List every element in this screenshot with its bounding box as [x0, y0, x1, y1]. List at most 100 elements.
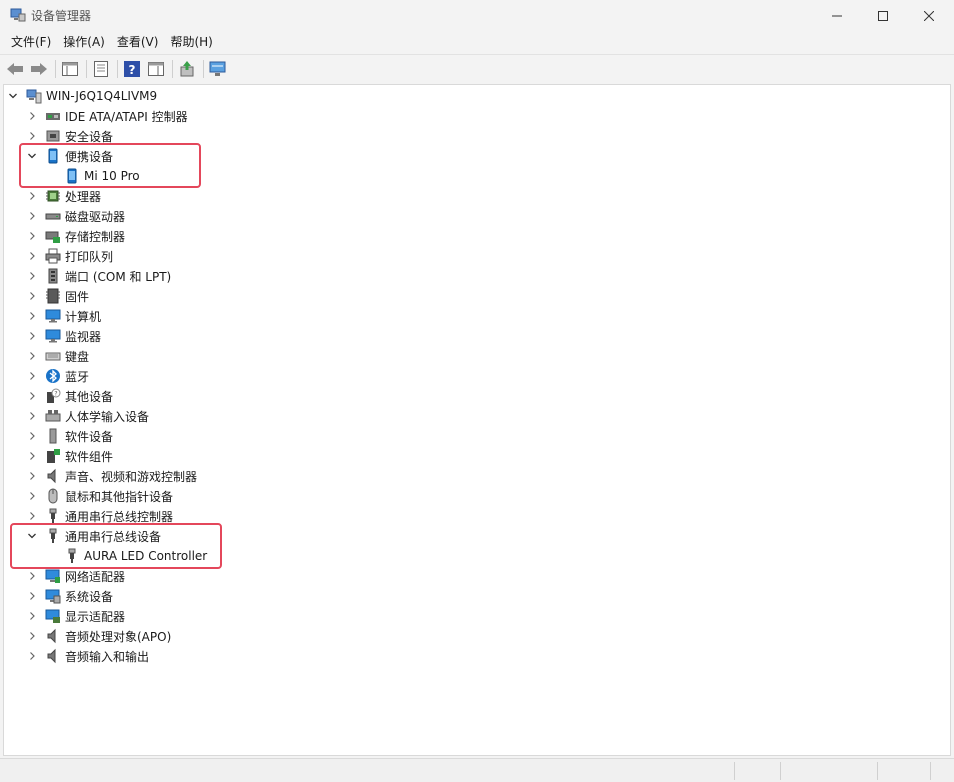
tree-category[interactable]: 打印队列: [25, 246, 113, 266]
help-button[interactable]: ?: [121, 58, 143, 80]
security-device-icon: [45, 128, 61, 144]
chevron-right-icon[interactable]: [25, 226, 39, 246]
tree-category[interactable]: 音频输入和输出: [25, 646, 149, 666]
close-button[interactable]: [906, 0, 952, 31]
minimize-button[interactable]: [814, 0, 860, 31]
update-driver-button[interactable]: [176, 58, 198, 80]
chevron-right-icon[interactable]: [25, 486, 39, 506]
chevron-down-icon[interactable]: [25, 526, 39, 546]
tree-device[interactable]: AURA LED Controller: [44, 546, 207, 566]
tree-item-label: 打印队列: [65, 249, 114, 264]
tree-category[interactable]: 存储控制器: [25, 226, 125, 246]
forward-button[interactable]: [28, 58, 50, 80]
show-hide-tree-button[interactable]: [59, 58, 81, 80]
computer-icon: [45, 308, 61, 324]
tree-category[interactable]: 系统设备: [25, 586, 113, 606]
maximize-icon: [878, 10, 888, 21]
status-segment: [877, 762, 878, 780]
chevron-right-icon[interactable]: [25, 466, 39, 486]
menu-file[interactable]: 文件(F): [5, 31, 57, 54]
tree-category[interactable]: IDE ATA/ATAPI 控制器: [25, 106, 188, 126]
chevron-right-icon[interactable]: [25, 646, 39, 666]
tree-category[interactable]: 蓝牙: [25, 366, 89, 386]
menu-view[interactable]: 查看(V): [111, 31, 165, 54]
chevron-right-icon[interactable]: [25, 446, 39, 466]
menu-action[interactable]: 操作(A): [57, 31, 111, 54]
properties-icon: [94, 60, 108, 77]
tree-category[interactable]: 监视器: [25, 326, 101, 346]
chevron-right-icon[interactable]: [25, 586, 39, 606]
tree-item-label: 安全设备: [65, 129, 114, 144]
toolbar-separator: [117, 59, 118, 78]
close-icon: [924, 10, 934, 21]
tree-category[interactable]: 安全设备: [25, 126, 113, 146]
maximize-button[interactable]: [860, 0, 906, 31]
device-tree[interactable]: WIN-J6Q1Q4LIVM9 IDE ATA/ATAPI 控制器安全设备便携设备…: [3, 84, 951, 756]
update-driver-icon: [180, 60, 194, 76]
chevron-right-icon[interactable]: [25, 606, 39, 626]
tree-category[interactable]: 端口 (COM 和 LPT): [25, 266, 171, 286]
tree-item-label: 计算机: [65, 309, 102, 324]
chevron-right-icon[interactable]: [25, 306, 39, 326]
tree-device[interactable]: Mi 10 Pro: [44, 166, 140, 186]
tree-item-label: AURA LED Controller: [84, 549, 208, 563]
software-device-icon: [45, 428, 61, 444]
tree-category[interactable]: 软件组件: [25, 446, 113, 466]
chevron-right-icon[interactable]: [25, 406, 39, 426]
menu-bar: 文件(F) 操作(A) 查看(V) 帮助(H): [0, 31, 954, 54]
chevron-right-icon[interactable]: [25, 266, 39, 286]
back-button[interactable]: [4, 58, 26, 80]
tree-category[interactable]: 声音、视频和游戏控制器: [25, 466, 197, 486]
tree-category[interactable]: 人体学输入设备: [25, 406, 149, 426]
hid-icon: [45, 408, 61, 424]
tree-category[interactable]: 显示适配器: [25, 606, 125, 626]
scan-hardware-button[interactable]: [207, 58, 229, 80]
tree-item-label: 显示适配器: [65, 609, 126, 624]
tree-category[interactable]: 键盘: [25, 346, 89, 366]
tree-category[interactable]: 鼠标和其他指针设备: [25, 486, 173, 506]
display-adapter-icon: [45, 608, 61, 624]
chevron-right-icon[interactable]: [25, 506, 39, 526]
tree-root-computer[interactable]: WIN-J6Q1Q4LIVM9: [6, 86, 157, 106]
tree-item-label: 通用串行总线设备: [65, 529, 162, 544]
chevron-right-icon[interactable]: [25, 326, 39, 346]
chevron-right-icon[interactable]: [25, 346, 39, 366]
tree-category[interactable]: 便携设备: [25, 146, 113, 166]
action-pane-button[interactable]: [145, 58, 167, 80]
chevron-right-icon[interactable]: [25, 366, 39, 386]
tree-item-label: 处理器: [65, 189, 102, 204]
action-pane-icon: [148, 61, 164, 76]
tree-category[interactable]: ? 其他设备: [25, 386, 113, 406]
chevron-right-icon[interactable]: [25, 206, 39, 226]
chevron-right-icon[interactable]: [25, 566, 39, 586]
usb-icon: [45, 508, 61, 524]
chevron-right-icon[interactable]: [25, 126, 39, 146]
chevron-right-icon[interactable]: [25, 106, 39, 126]
tree-category[interactable]: 软件设备: [25, 426, 113, 446]
tree-category[interactable]: 计算机: [25, 306, 101, 326]
chevron-right-icon[interactable]: [25, 426, 39, 446]
tree-category[interactable]: 音频处理对象(APO): [25, 626, 171, 646]
tree-category[interactable]: 通用串行总线控制器: [25, 506, 173, 526]
properties-button[interactable]: [90, 58, 112, 80]
tree-category[interactable]: 固件: [25, 286, 89, 306]
tree-item-label: 端口 (COM 和 LPT): [65, 269, 172, 284]
chevron-right-icon[interactable]: [25, 626, 39, 646]
menu-help[interactable]: 帮助(H): [164, 31, 218, 54]
chevron-right-icon[interactable]: [25, 286, 39, 306]
portable-device-icon: [45, 148, 61, 164]
chevron-right-icon[interactable]: [25, 246, 39, 266]
tree-category[interactable]: 磁盘驱动器: [25, 206, 125, 226]
tree-category[interactable]: 通用串行总线设备: [25, 526, 161, 546]
sound-icon: [45, 648, 61, 664]
chevron-right-icon[interactable]: [25, 186, 39, 206]
chevron-down-icon[interactable]: [25, 146, 39, 166]
tree-item-label: 其他设备: [65, 389, 114, 404]
chevron-down-icon[interactable]: [6, 86, 20, 106]
ide-controller-icon: [45, 108, 61, 124]
chevron-right-icon[interactable]: [25, 386, 39, 406]
tree-category[interactable]: 处理器: [25, 186, 101, 206]
tree-category[interactable]: 网络适配器: [25, 566, 125, 586]
system-device-icon: [45, 588, 61, 604]
